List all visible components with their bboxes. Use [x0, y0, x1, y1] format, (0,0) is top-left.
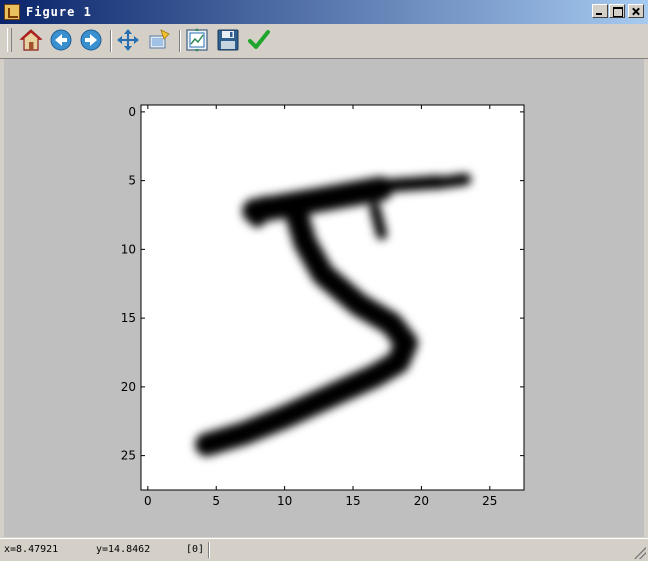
- digit-stroke: [242, 176, 393, 224]
- save-button[interactable]: [216, 28, 240, 52]
- digit-stroke: [195, 199, 419, 457]
- subplots-button[interactable]: [185, 28, 209, 52]
- close-button[interactable]: [628, 4, 644, 18]
- toolbar-separator: [179, 30, 181, 52]
- zoom-rect-icon: [149, 29, 170, 49]
- subplots-icon: [186, 28, 208, 52]
- home-icon: [19, 29, 43, 51]
- back-button[interactable]: [49, 28, 73, 52]
- forward-button[interactable]: [79, 28, 103, 52]
- title-bar[interactable]: Figure 1: [0, 0, 648, 24]
- edit-params-button[interactable]: [247, 28, 271, 52]
- x-coordinate-readout: x=8.47921: [4, 544, 59, 555]
- pixel-value-readout: [0]: [186, 544, 205, 555]
- minimize-button[interactable]: [592, 4, 608, 18]
- status-bar: x=8.47921 y=14.8462 [0]: [0, 538, 648, 561]
- figure-window: Figure 1 0 5 10 15 20 25 0 5 10 15 20 25…: [0, 0, 648, 561]
- forward-arrow-icon: [80, 29, 102, 51]
- toolbar: [0, 24, 648, 59]
- digit-stroke: [249, 195, 274, 228]
- status-separator: [208, 542, 210, 558]
- toolbar-separator: [110, 30, 112, 52]
- toolbar-grip[interactable]: [7, 28, 12, 52]
- maximize-button[interactable]: [609, 4, 625, 18]
- digit-image: [195, 173, 472, 457]
- plot-area[interactable]: [141, 105, 524, 490]
- resize-grip[interactable]: [634, 547, 646, 559]
- pan-button[interactable]: [116, 28, 140, 52]
- home-button[interactable]: [19, 28, 43, 52]
- zoom-button[interactable]: [147, 28, 171, 52]
- back-arrow-icon: [50, 29, 72, 51]
- checkmark-icon: [248, 30, 270, 49]
- move-cross-icon: [117, 29, 139, 51]
- floppy-disk-icon: [217, 29, 239, 51]
- window-title: Figure 1: [26, 5, 92, 19]
- app-icon: [4, 4, 20, 20]
- digit-stroke: [428, 173, 472, 190]
- digit-stroke: [369, 202, 388, 240]
- y-coordinate-readout: y=14.8462: [96, 544, 151, 555]
